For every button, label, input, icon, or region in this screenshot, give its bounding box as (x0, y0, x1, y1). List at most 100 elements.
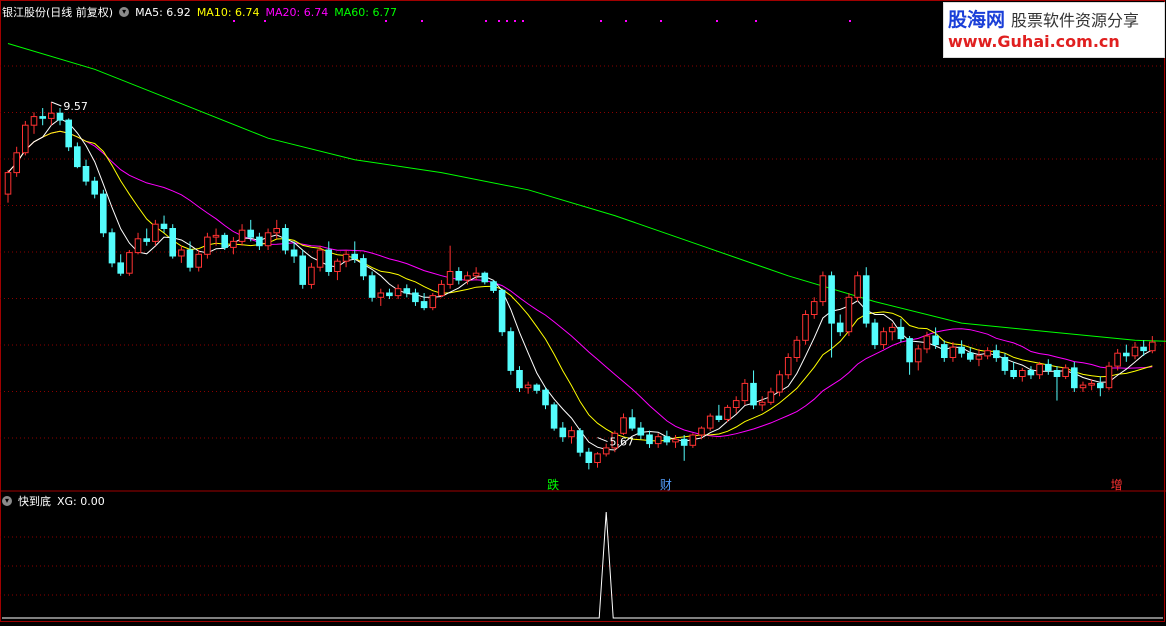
candle-body-up (334, 260, 341, 273)
candle-body-down (100, 193, 107, 234)
candle-body-down (715, 415, 723, 421)
candle-body-down (481, 272, 489, 283)
candle-body-down (256, 236, 263, 247)
signal-dot (421, 20, 423, 22)
signal-dot (600, 20, 602, 22)
candle-body-up (316, 249, 324, 268)
candle-body-up (134, 238, 142, 254)
candle-body-down (490, 281, 497, 291)
chart-svg[interactable]: 9.57 5.67 跌 财 增 (0, 0, 1166, 623)
candle-body-down (533, 384, 541, 391)
candle-body-down (906, 338, 913, 363)
candle-body-down (1001, 357, 1009, 371)
watermark-tagline: 股票软件资源分享 (1011, 11, 1140, 30)
candle-body-up (377, 292, 385, 298)
indicator-settings-icon[interactable]: ▾ (2, 496, 12, 506)
indicator-value: XG: 0.00 (57, 494, 105, 508)
candle-body-up (741, 382, 749, 402)
candle-body-down (1071, 367, 1078, 389)
signal-dot (755, 20, 757, 22)
watermark-site: 股海网 (948, 9, 1006, 31)
ma60-line (7, 43, 1166, 342)
candle-body-down (516, 370, 523, 389)
ma10-line (7, 130, 1153, 442)
candle-body-down (750, 382, 757, 406)
candle-body-down (628, 417, 636, 429)
xg-indicator-line (2, 511, 1163, 619)
candle-body-down (1053, 370, 1061, 377)
candle-body-down (663, 436, 671, 443)
candle-body-down (290, 249, 298, 257)
candle-body-up (1149, 341, 1156, 352)
candle-body-up (308, 266, 315, 285)
candle-body-down (498, 289, 506, 333)
ma60-label: MA60: 6.77 (334, 5, 397, 19)
indicator-name[interactable]: 快到底 (18, 493, 51, 509)
candle-body-up (429, 295, 437, 309)
watermark-url: www.Guhai.com.cn (948, 32, 1120, 51)
candle-body-down (160, 223, 168, 229)
candle-body-up (784, 357, 792, 376)
candle-body-up (1062, 367, 1069, 377)
candle-body-up (602, 447, 610, 455)
signal-marker: 跌 (547, 477, 559, 492)
candle-body-up (706, 415, 714, 429)
candle-body-up (810, 301, 818, 316)
candle-body-down (325, 249, 332, 272)
candle-body-up (1105, 365, 1113, 389)
candle-body-up (342, 253, 350, 262)
candle-body-up (230, 240, 237, 248)
candle-body-up (438, 283, 445, 297)
candle-body-up (672, 438, 679, 443)
candle-body-up (1079, 384, 1087, 389)
candle-body-up (238, 229, 246, 242)
candle-body-up (212, 234, 220, 238)
stock-title[interactable]: 银江股份(日线 前复权) (2, 4, 113, 20)
ma5-label: MA5: 6.92 (135, 5, 191, 19)
candle-body-down (403, 288, 411, 294)
candle-body-down (420, 301, 428, 309)
candle-body-down (74, 146, 81, 168)
candle-body-down (862, 275, 870, 324)
candle-body-up (698, 427, 705, 436)
candle-body-down (91, 180, 99, 195)
candle-body-up (446, 271, 454, 285)
chart-area[interactable]: 9.57 5.67 跌 财 增 (0, 0, 1166, 623)
candle-body-up (1019, 370, 1026, 377)
candle-body-up (126, 252, 133, 274)
chart-frame (0, 0, 1165, 622)
candle-body-down (932, 335, 939, 346)
signal-dot (660, 20, 662, 22)
settings-circle-icon[interactable]: ▾ (119, 7, 130, 17)
candle-body-down (117, 262, 125, 274)
watermark-logo: 股海网 股票软件资源分享 www.Guhai.com.cn (943, 2, 1165, 58)
signal-marker: 增 (1111, 478, 1123, 492)
candle-body-up (732, 400, 740, 409)
candle-body-down (680, 438, 688, 446)
candle-body-down (56, 112, 64, 121)
candle-body-down (836, 322, 844, 333)
candle-body-down (351, 253, 358, 260)
candle-body-up (984, 350, 991, 357)
indicator-legend: ▾ 快到底 XG: 0.00 (2, 494, 105, 508)
signal-dot (485, 20, 487, 22)
signal-dot (514, 20, 516, 22)
candle-body-down (299, 255, 306, 285)
candle-body-up (1131, 346, 1139, 357)
candle-body-down (412, 292, 419, 303)
candle-body-up (13, 152, 20, 174)
candle-body-up (802, 314, 809, 341)
candle-body-down (958, 346, 965, 354)
candle-body-down (1010, 370, 1017, 377)
candle-body-up (767, 391, 775, 403)
ma20-label: MA20: 6.74 (265, 5, 329, 19)
candle-body-down (550, 404, 558, 429)
signal-dot (625, 20, 627, 22)
main-legend: 银江股份(日线 前复权) ▾ MA5: 6.92 MA10: 6.74 MA20… (2, 4, 397, 20)
candle-body-down (871, 322, 879, 346)
candle-body-up (195, 253, 202, 268)
candle-body-up (152, 223, 159, 242)
candle-body-up (975, 355, 983, 360)
high-label: 9.57 (63, 100, 88, 113)
candle-body-up (264, 232, 272, 247)
